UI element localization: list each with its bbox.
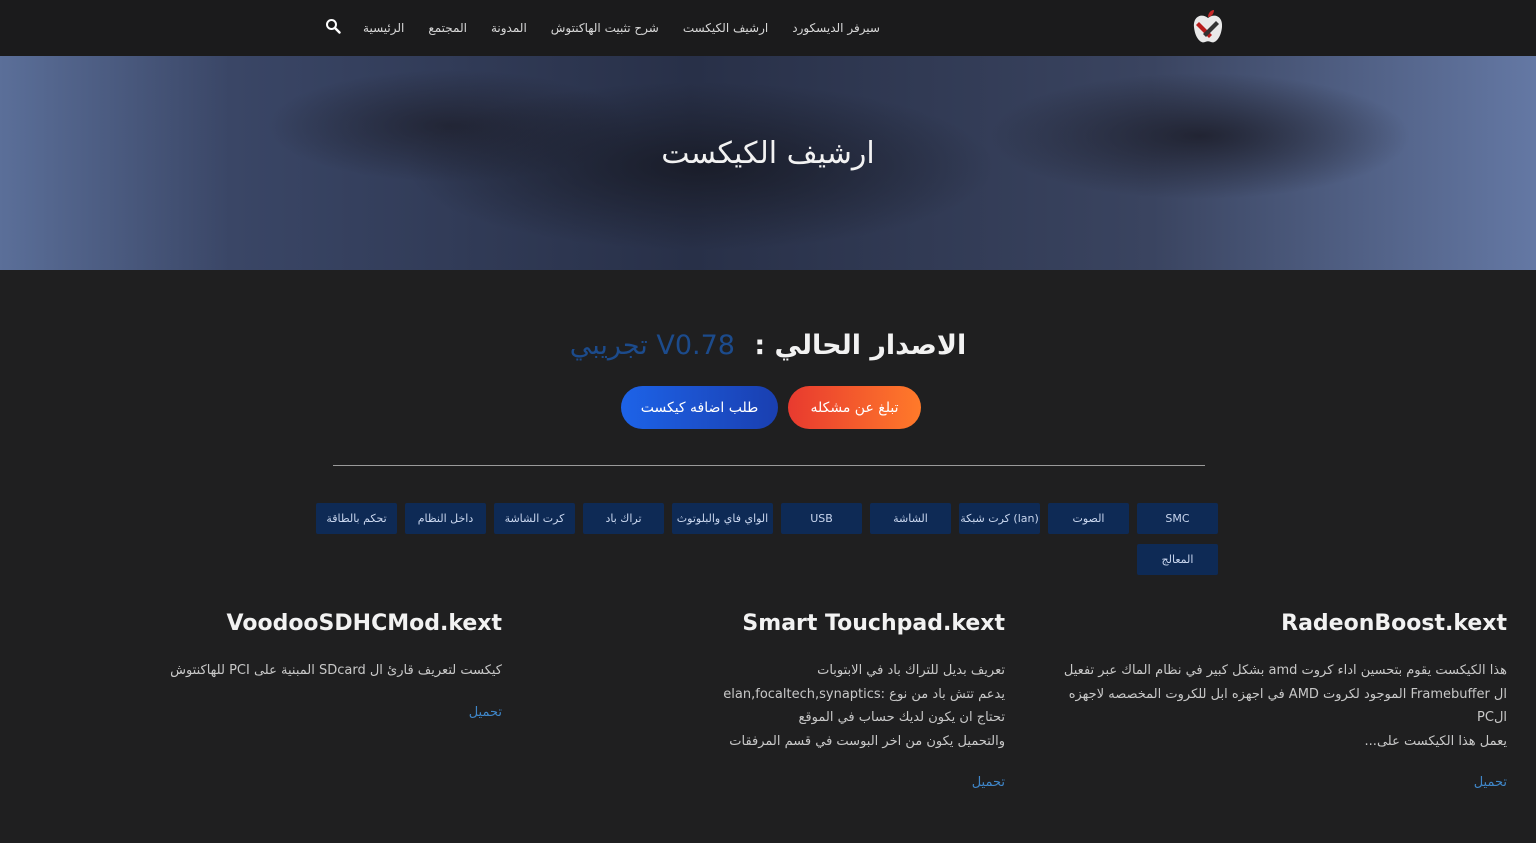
nav-community[interactable]: المجتمع <box>428 21 467 35</box>
version-label: الاصدار الحالي : <box>754 330 967 361</box>
category-cpu[interactable]: المعالج <box>1137 544 1218 575</box>
description-line: هذا الكيكست يقوم بتحسين اداء كروت amd بش… <box>1063 663 1507 678</box>
description-line: يعمل هذا الكيكست على... <box>1364 733 1507 749</box>
category-system[interactable]: داخل النظام <box>405 503 486 534</box>
category-trackpad[interactable]: تراك باد <box>583 503 664 534</box>
category-display[interactable]: الشاشة <box>870 503 951 534</box>
download-link[interactable]: تحميل <box>1474 775 1507 790</box>
version-value: V0.78 تجريبي <box>569 330 735 361</box>
download-link[interactable]: تحميل <box>972 775 1005 790</box>
report-problem-button[interactable]: تبلغ عن مشكله <box>788 386 921 429</box>
top-navbar: الرئيسية المجتمع المدونة شرح تثبيت الهاك… <box>0 0 1536 56</box>
search-icon[interactable] <box>325 18 341 34</box>
category-filters: SMC الصوت كرت شبكة (lan) الشاشة USB الوا… <box>316 503 1218 575</box>
category-power[interactable]: تحكم بالطاقة <box>316 503 397 534</box>
nav-install-guide[interactable]: شرح تثبيت الهاكنتوش <box>551 21 659 35</box>
divider <box>333 465 1205 466</box>
current-version: الاصدار الحالي : V0.78 تجريبي <box>0 330 1536 361</box>
hero-banner: ارشيف الكيكست <box>0 56 1536 270</box>
kext-description: كيكست لتعريف قارئ ال SDcard المبنية على … <box>82 659 502 683</box>
description-line: يدعم تتش باد من نوع :elan,focaltech,syna… <box>723 686 1005 702</box>
nav-home[interactable]: الرئيسية <box>363 21 404 35</box>
page-title: ارشيف الكيكست <box>661 136 875 171</box>
download-link[interactable]: تحميل <box>469 705 502 720</box>
description-line: كيكست لتعريف قارئ ال SDcard المبنية على … <box>170 663 502 678</box>
kext-card-smart-touchpad: Smart Touchpad.kext تعريف بديل للتراك با… <box>585 611 1005 790</box>
kext-card-voodoosdhc: VoodooSDHCMod.kext كيكست لتعريف قارئ ال … <box>82 611 502 720</box>
category-graphics-card[interactable]: كرت الشاشة <box>494 503 575 534</box>
kext-description: تعريف بديل للتراك باد في الابتوبات يدعم … <box>585 659 1005 753</box>
apple-tools-logo[interactable] <box>1188 8 1228 48</box>
nav-blog[interactable]: المدونة <box>491 21 527 35</box>
kext-description: هذا الكيكست يقوم بتحسين اداء كروت amd بش… <box>1037 659 1507 753</box>
category-smc[interactable]: SMC <box>1137 503 1218 534</box>
category-wifi-bluetooth[interactable]: الواي فاي والبلوتوث <box>672 503 773 534</box>
nav-discord[interactable]: سيرفر الديسكورد <box>792 21 880 35</box>
main-nav: الرئيسية المجتمع المدونة شرح تثبيت الهاك… <box>339 0 880 56</box>
request-kext-button[interactable]: طلب اضافه كيكست <box>621 386 778 429</box>
kext-title[interactable]: VoodooSDHCMod.kext <box>82 611 502 636</box>
category-lan[interactable]: كرت شبكة (lan) <box>959 503 1040 534</box>
category-usb[interactable]: USB <box>781 503 862 534</box>
kext-title[interactable]: RadeonBoost.kext <box>1037 611 1507 636</box>
description-line: تعريف بديل للتراك باد في الابتوبات <box>817 663 1005 678</box>
description-line: والتحميل يكون من اخر البوست في قسم المرف… <box>729 733 1005 749</box>
description-line: تحتاج ان يكون لديك حساب في الموقع <box>798 710 1005 725</box>
kext-title[interactable]: Smart Touchpad.kext <box>585 611 1005 636</box>
kext-card-radeonboost: RadeonBoost.kext هذا الكيكست يقوم بتحسين… <box>1037 611 1507 790</box>
description-line: ال Framebuffer الموجود لكروت AMD في اجهز… <box>1068 686 1507 726</box>
nav-kext-archive[interactable]: ارشيف الكيكست <box>683 21 768 35</box>
category-audio[interactable]: الصوت <box>1048 503 1129 534</box>
